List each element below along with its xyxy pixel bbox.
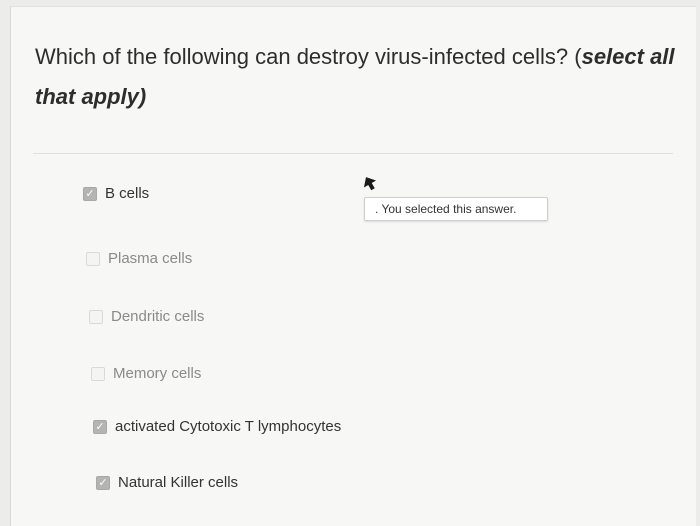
checkmark-icon: ✓ [95,420,105,433]
answer-option-plasma-cells[interactable]: Plasma cells [86,250,192,267]
question-text: Which of the following can destroy virus… [35,37,675,117]
tooltip-text: . You selected this answer. [375,202,517,216]
answer-label: B cells [105,185,150,202]
checkmark-icon: ✓ [85,187,95,200]
answer-checkbox[interactable] [91,366,105,381]
answer-checkbox[interactable] [89,309,103,324]
selected-answer-tooltip: . You selected this answer. [364,197,548,221]
answer-option-b-cells[interactable]: ✓ B cells [83,185,149,202]
checkmark-icon: ✓ [98,476,108,489]
question-main-text: Which of the following can destroy virus… [35,44,582,69]
question-divider [33,153,673,154]
answer-checkbox[interactable]: ✓ [93,419,107,434]
answer-label: Memory cells [113,365,202,382]
answer-label: activated Cytotoxic T lymphocytes [115,418,342,435]
answer-option-memory-cells[interactable]: Memory cells [91,365,201,382]
answer-checkbox[interactable]: ✓ [96,475,110,490]
mouse-cursor-icon [363,177,377,191]
answer-option-dendritic-cells[interactable]: Dendritic cells [89,308,204,325]
answer-label: Natural Killer cells [118,474,239,491]
answer-label: Plasma cells [108,250,193,267]
answer-checkbox[interactable]: ✓ [83,186,97,201]
answer-option-natural-killer-cells[interactable]: ✓ Natural Killer cells [96,474,238,491]
quiz-question-card: Which of the following can destroy virus… [10,6,696,526]
answer-option-cytotoxic-t-lymphocytes[interactable]: ✓ activated Cytotoxic T lymphocytes [93,418,341,435]
answer-label: Dendritic cells [111,308,205,325]
answer-checkbox[interactable] [86,251,100,266]
